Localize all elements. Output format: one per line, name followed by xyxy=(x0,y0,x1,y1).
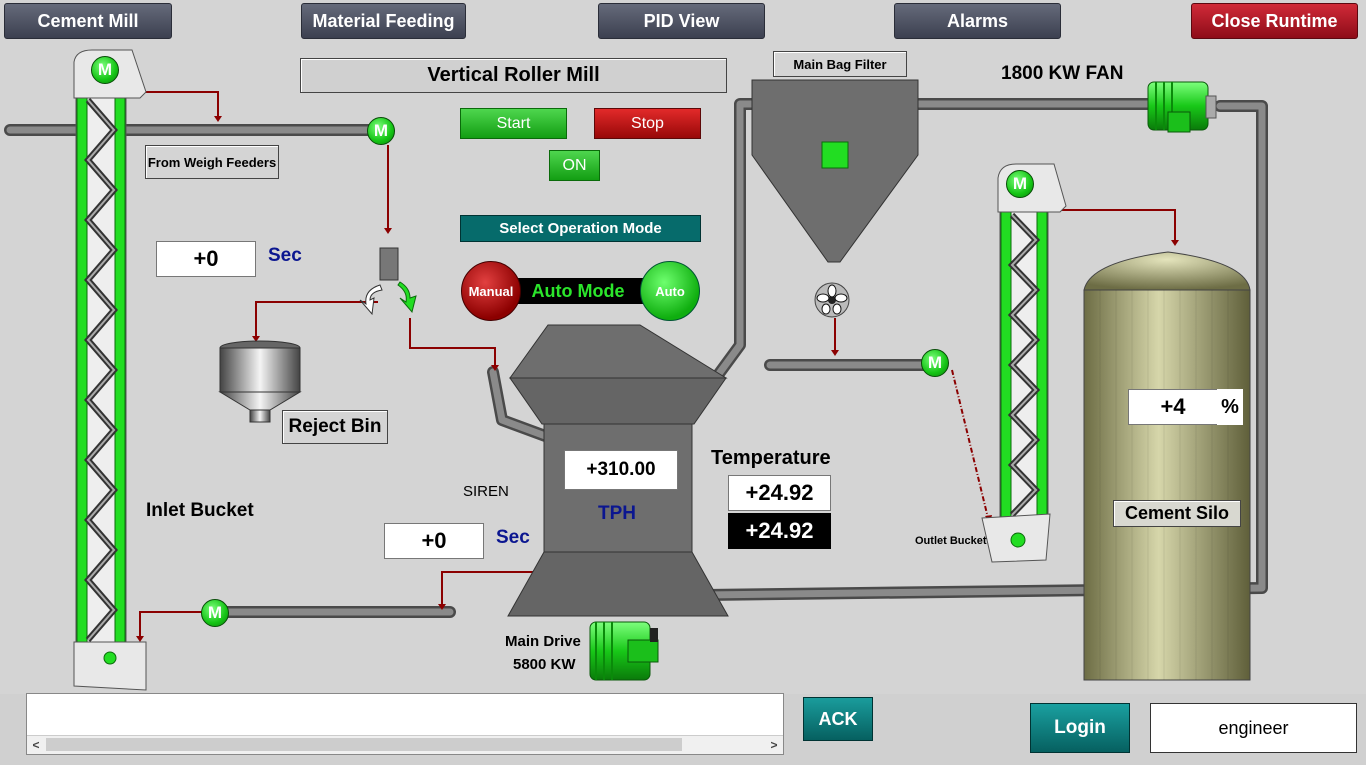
manual-mode-button[interactable]: Manual xyxy=(461,261,521,321)
timer2-unit: Sec xyxy=(496,527,530,548)
stop-button[interactable]: Stop xyxy=(594,108,701,139)
temperature-label: Temperature xyxy=(711,447,831,469)
auto-mode-button[interactable]: Auto xyxy=(640,261,700,321)
mill-status-indicator: ON xyxy=(549,150,600,181)
main-drive-label: Main Drive xyxy=(505,633,581,650)
inlet-elevator-motor-icon[interactable]: M xyxy=(91,56,119,84)
fan-label: 1800 KW FAN xyxy=(1001,63,1124,84)
inlet-bucket-elevator xyxy=(73,49,147,691)
feed-conveyor-motor-icon[interactable]: M xyxy=(367,117,395,145)
filter-conveyor-motor-icon[interactable]: M xyxy=(921,349,949,377)
from-weigh-feeders-label: From Weigh Feeders xyxy=(145,145,279,179)
outlet-bucket-elevator xyxy=(981,163,1067,563)
hmi-screen: Cement Mill Material Feeding PID View Al… xyxy=(0,0,1366,765)
scroll-left-arrow-icon[interactable]: < xyxy=(28,736,44,753)
mill-title: Vertical Roller Mill xyxy=(300,58,727,93)
inlet-bucket-label: Inlet Bucket xyxy=(146,500,254,521)
silo-level-unit: % xyxy=(1217,389,1243,425)
scroll-right-arrow-icon[interactable]: > xyxy=(766,736,782,753)
tph-value: +310.00 xyxy=(564,450,678,490)
tph-unit: TPH xyxy=(598,503,636,524)
outlet-bucket-label: Outlet Bucket xyxy=(915,535,987,547)
fan-motor xyxy=(1147,81,1217,133)
close-runtime-button[interactable]: Close Runtime xyxy=(1191,3,1358,39)
timer1-unit: Sec xyxy=(268,245,302,266)
nav-material-feeding-button[interactable]: Material Feeding xyxy=(301,3,466,39)
silo-level-value: +4 xyxy=(1128,389,1218,425)
cement-silo xyxy=(1083,251,1251,681)
temperature-value-display: +24.92 xyxy=(728,513,831,549)
nav-cement-mill-button[interactable]: Cement Mill xyxy=(4,3,172,39)
select-operation-mode-label: Select Operation Mode xyxy=(460,215,701,242)
start-button[interactable]: Start xyxy=(460,108,567,139)
timer2-value: +0 xyxy=(384,523,484,559)
diverter-gate xyxy=(359,247,417,316)
current-user-field: engineer xyxy=(1150,703,1357,753)
nav-pid-view-button[interactable]: PID View xyxy=(598,3,765,39)
outlet-elevator-motor-icon[interactable]: M xyxy=(1006,170,1034,198)
ack-button[interactable]: ACK xyxy=(803,697,873,741)
main-drive-power: 5800 KW xyxy=(513,656,576,673)
reject-bin-label: Reject Bin xyxy=(282,410,388,444)
temperature-value: +24.92 xyxy=(728,475,831,511)
scrollbar-thumb[interactable] xyxy=(46,738,682,751)
timer1-value: +0 xyxy=(156,241,256,277)
login-button[interactable]: Login xyxy=(1030,703,1130,753)
nav-alarms-button[interactable]: Alarms xyxy=(894,3,1061,39)
main-bag-filter-label: Main Bag Filter xyxy=(773,51,907,77)
cement-silo-label: Cement Silo xyxy=(1113,500,1241,527)
main-bag-filter xyxy=(751,79,919,318)
main-drive-motor xyxy=(589,621,659,681)
siren-label: SIREN xyxy=(463,483,509,500)
bottom-conveyor-motor-icon[interactable]: M xyxy=(201,599,229,627)
